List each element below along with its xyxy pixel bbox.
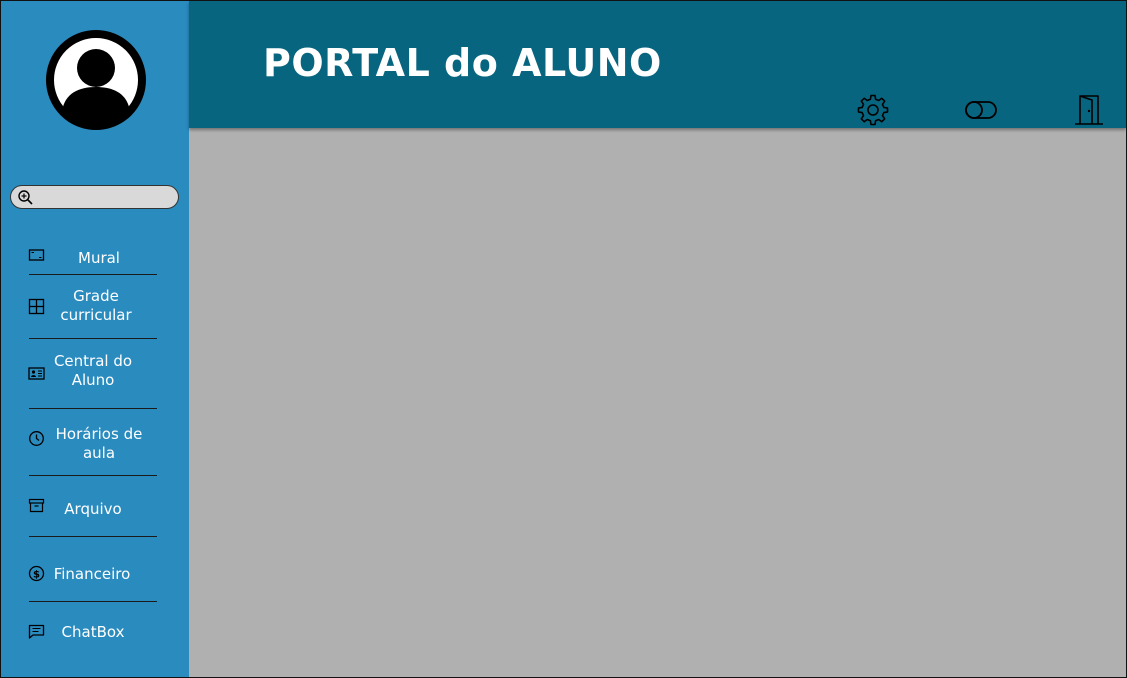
nav-label: ChatBox <box>61 623 125 641</box>
divider <box>29 338 157 339</box>
nav-label: Mural <box>78 249 120 267</box>
svg-text:$: $ <box>33 569 40 580</box>
id-card-icon <box>28 365 45 382</box>
nav-item-central-do-aluno[interactable]: Central do Aluno <box>1 348 189 400</box>
search-bar <box>10 185 179 209</box>
page-title: PORTAL do ALUNO <box>263 41 662 85</box>
nav-label: Central do Aluno <box>53 352 133 389</box>
nav-item-mural[interactable]: Mural <box>1 244 189 272</box>
mural-icon <box>28 247 45 264</box>
main-content-area <box>189 128 1126 677</box>
divider <box>29 408 157 409</box>
nav-item-financeiro[interactable]: $ Financeiro <box>1 561 189 589</box>
nav-label: Grade curricular <box>60 287 132 324</box>
app-frame: Mural Grade curricular Central do Aluno … <box>0 0 1127 678</box>
nav-item-grade-curricular[interactable]: Grade curricular <box>1 283 189 333</box>
zoom-in-icon[interactable] <box>17 189 34 206</box>
nav-item-arquivo[interactable]: Arquivo <box>1 495 189 525</box>
divider <box>29 274 157 275</box>
search-input[interactable] <box>39 188 175 206</box>
clock-icon <box>28 430 45 447</box>
nav-label: Financeiro <box>53 565 131 583</box>
header-bar: PORTAL do ALUNO <box>189 1 1126 128</box>
toggle-icon[interactable] <box>964 93 998 127</box>
nav-item-horarios-de-aula[interactable]: Horários de aula <box>1 420 189 470</box>
nav-label: Horários de aula <box>55 425 143 462</box>
divider <box>29 475 157 476</box>
gear-icon[interactable] <box>856 93 890 127</box>
door-exit-icon[interactable] <box>1072 93 1106 127</box>
divider <box>29 601 157 602</box>
sidebar: Mural Grade curricular Central do Aluno … <box>1 1 189 677</box>
divider <box>29 536 157 537</box>
nav-label: Arquivo <box>64 500 122 518</box>
grid-icon <box>28 298 45 315</box>
chat-icon <box>28 623 45 640</box>
dollar-coin-icon: $ <box>28 565 45 582</box>
archive-icon <box>28 497 45 514</box>
user-avatar-icon[interactable] <box>45 29 147 131</box>
nav-item-chatbox[interactable]: ChatBox <box>1 619 189 647</box>
